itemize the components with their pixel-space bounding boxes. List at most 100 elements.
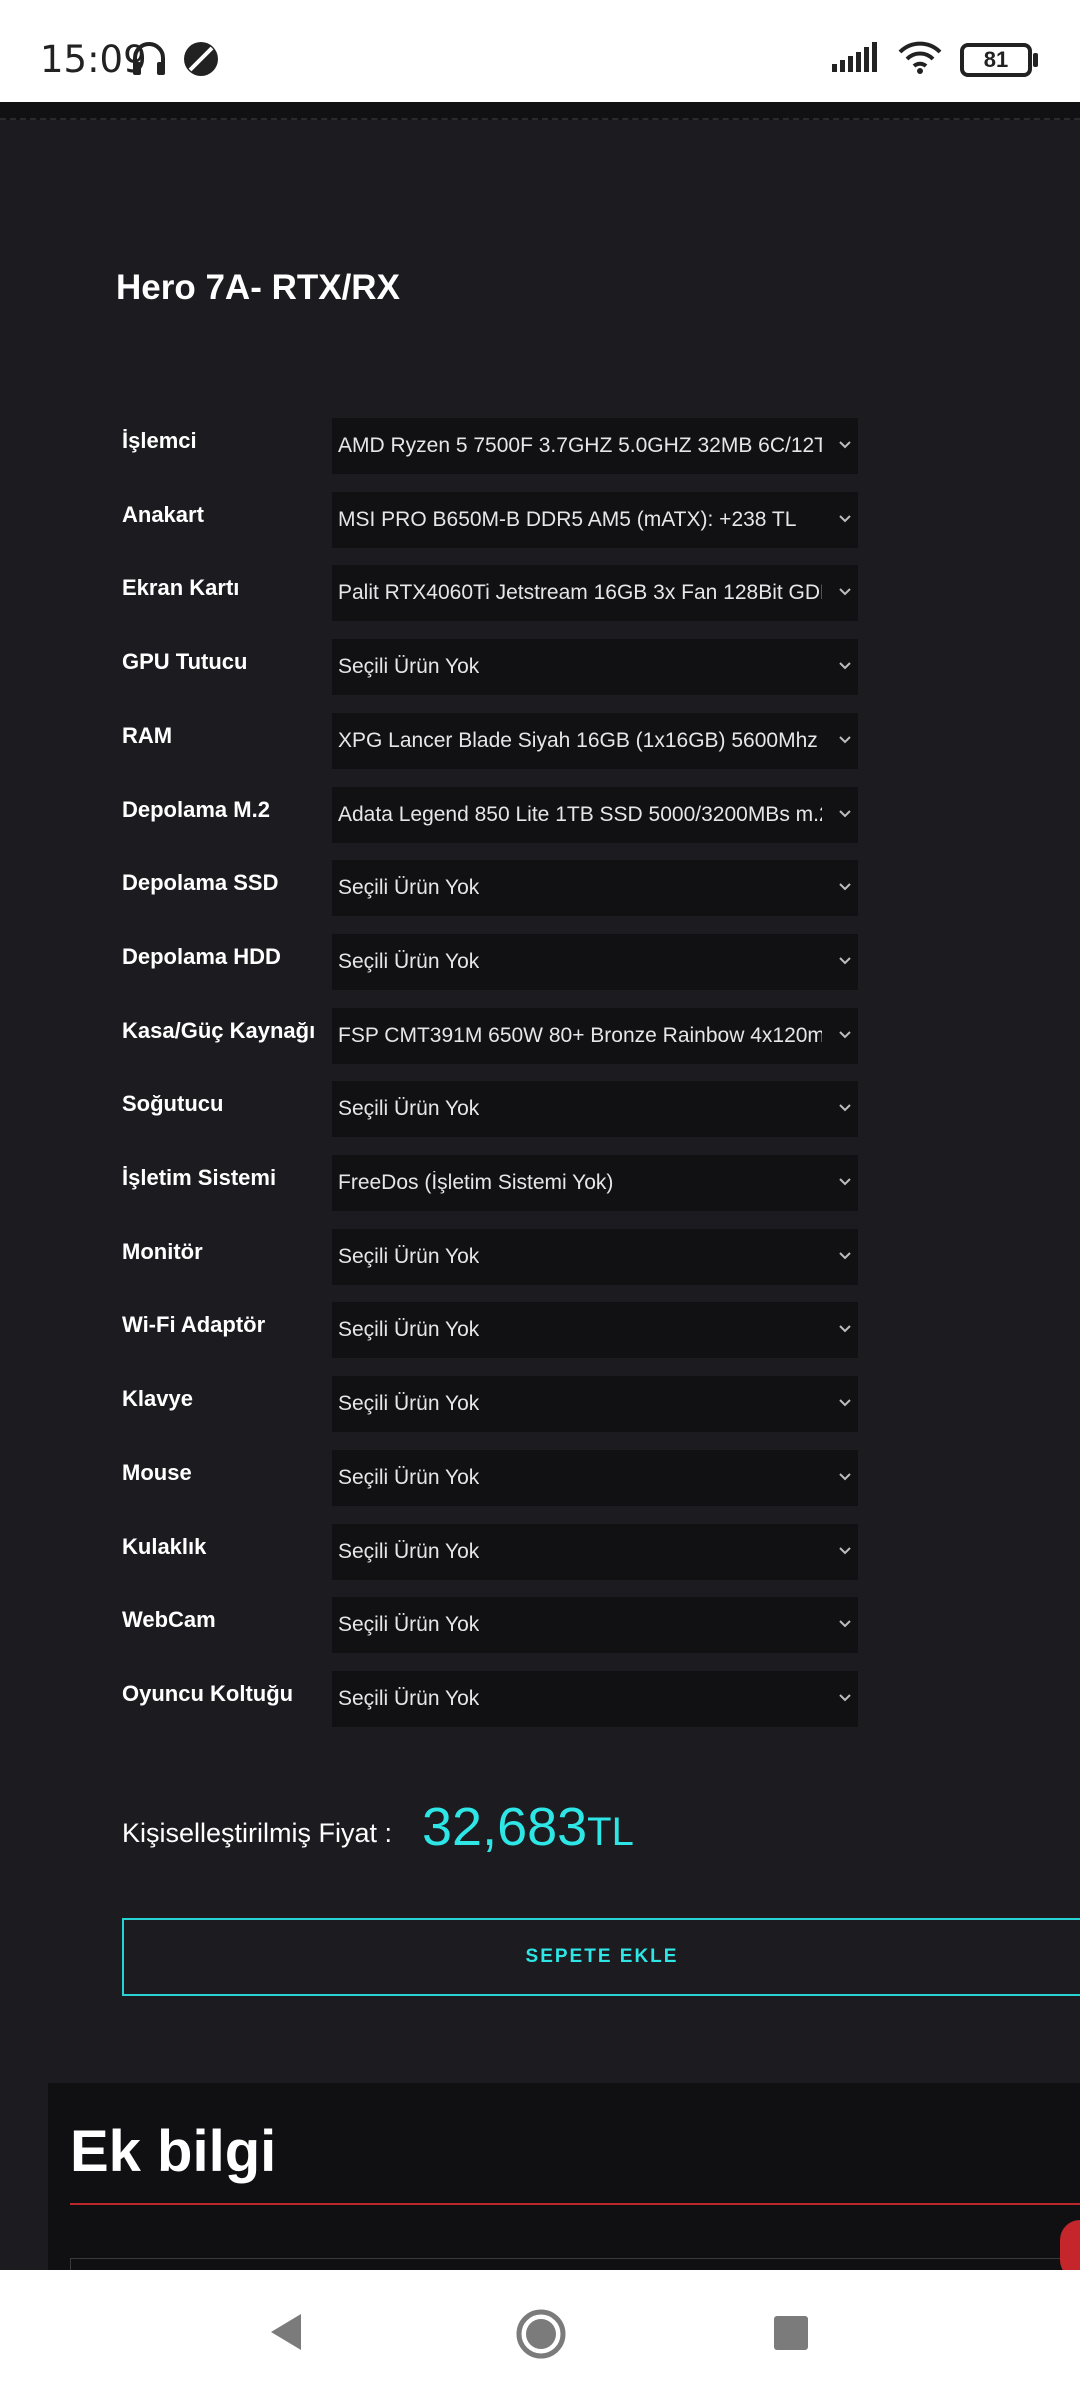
chevron-down-icon (839, 1620, 851, 1628)
config-row-selected-value: XPG Lancer Blade Siyah 16GB (1x16GB) 560… (338, 729, 822, 752)
home-icon[interactable] (515, 2308, 567, 2365)
config-row-label: Oyuncu Koltuğu (122, 1681, 294, 1706)
extra-info-divider (70, 2203, 1080, 2205)
config-row-select[interactable]: Palit RTX4060Ti Jetstream 16GB 3x Fan 12… (332, 565, 858, 621)
chevron-down-icon (839, 1104, 851, 1112)
config-row-selected-value: Seçili Ürün Yok (338, 1613, 480, 1636)
chevron-down-icon (839, 1399, 851, 1407)
config-row-selected-value: Seçili Ürün Yok (338, 1687, 480, 1710)
chevron-down-icon (839, 1178, 851, 1186)
config-row-selected-value: Seçili Ürün Yok (338, 1540, 480, 1563)
config-row-selected-value: Palit RTX4060Ti Jetstream 16GB 3x Fan 12… (338, 581, 822, 604)
config-row-label: Klavye (122, 1386, 193, 1411)
chevron-down-icon (839, 883, 851, 891)
config-row-select[interactable]: Seçili Ürün Yok (332, 1376, 858, 1432)
config-row-label: İşlemci (122, 428, 197, 453)
status-bar: 15:09 81 (0, 0, 1080, 102)
config-row-select[interactable]: Seçili Ürün Yok (332, 1524, 858, 1580)
config-row-select[interactable]: XPG Lancer Blade Siyah 16GB (1x16GB) 560… (332, 713, 858, 769)
config-row: Monitör Seçili Ürün Yok (0, 1229, 1080, 1285)
extra-info-title: Ek bilgi (70, 2119, 277, 2184)
config-row-selected-value: Seçili Ürün Yok (338, 1466, 480, 1489)
config-row: Wi-Fi Adaptör Seçili Ürün Yok (0, 1302, 1080, 1358)
recents-icon[interactable] (774, 2316, 808, 2350)
headphones-icon (130, 40, 168, 83)
config-row-selected-value: Seçili Ürün Yok (338, 1245, 480, 1268)
chevron-down-icon (839, 957, 851, 965)
config-row-select[interactable]: MSI PRO B650M-B DDR5 AM5 (mATX): +238 TL (332, 492, 858, 548)
config-row-select[interactable]: Seçili Ürün Yok (332, 1450, 858, 1506)
signal-icon (832, 42, 880, 77)
config-row: Kulaklık Seçili Ürün Yok (0, 1524, 1080, 1580)
chevron-down-icon (839, 515, 851, 523)
chevron-down-icon (839, 1694, 851, 1702)
config-row-select[interactable]: Seçili Ürün Yok (332, 1081, 858, 1137)
config-row-label: Anakart (122, 502, 204, 527)
config-row: İşlemci AMD Ryzen 5 7500F 3.7GHZ 5.0GHZ 3… (0, 418, 1080, 474)
config-row: WebCam Seçili Ürün Yok (0, 1597, 1080, 1653)
price-label: Kişiselleştirilmiş Fiyat : (122, 1818, 393, 1848)
config-row-selected-value: Seçili Ürün Yok (338, 1097, 480, 1120)
chevron-down-icon (839, 662, 851, 670)
config-row-select[interactable]: FSP CMT391M 650W 80+ Bronze Rainbow 4x12… (332, 1008, 858, 1064)
config-row-select[interactable]: Seçili Ürün Yok (332, 1597, 858, 1653)
price-value: 32,683TL (422, 1796, 634, 1858)
chevron-down-icon (839, 736, 851, 744)
config-row-select[interactable]: AMD Ryzen 5 7500F 3.7GHZ 5.0GHZ 32MB 6C/… (332, 418, 858, 474)
config-row-select[interactable]: Adata Legend 850 Lite 1TB SSD 5000/3200M… (332, 787, 858, 843)
config-row-select[interactable]: FreeDos (İşletim Sistemi Yok) (332, 1155, 858, 1211)
config-row-selected-value: Seçili Ürün Yok (338, 950, 480, 973)
config-row-selected-value: Seçili Ürün Yok (338, 876, 480, 899)
chevron-down-icon (839, 588, 851, 596)
config-row-select[interactable]: Seçili Ürün Yok (332, 1302, 858, 1358)
config-row-label: İşletim Sistemi (122, 1165, 277, 1190)
config-row-select[interactable]: Seçili Ürün Yok (332, 934, 858, 990)
navigation-bar (0, 2270, 1080, 2400)
config-row-label: Kasa/Güç Kaynağı (122, 1018, 316, 1043)
status-icons-left (130, 40, 220, 83)
chevron-down-icon (839, 1031, 851, 1039)
config-row: RAM XPG Lancer Blade Siyah 16GB (1x16GB) … (0, 713, 1080, 769)
back-icon[interactable] (265, 2310, 305, 2359)
add-to-cart-button[interactable]: SEPETE EKLE (122, 1918, 1080, 1996)
chevron-down-icon (839, 810, 851, 818)
config-row-label: Depolama SSD (122, 870, 279, 895)
config-row-label: Depolama M.2 (122, 797, 270, 822)
config-row-selected-value: MSI PRO B650M-B DDR5 AM5 (mATX): +238 TL (338, 508, 797, 531)
chevron-down-icon (839, 441, 851, 449)
config-row: Depolama M.2 Adata Legend 850 Lite 1TB SS… (0, 787, 1080, 843)
chevron-down-icon (839, 1547, 851, 1555)
config-row: GPU Tutucu Seçili Ürün Yok (0, 639, 1080, 695)
config-row-label: Soğutucu (122, 1091, 224, 1116)
config-row: Mouse Seçili Ürün Yok (0, 1450, 1080, 1506)
chevron-down-icon (839, 1473, 851, 1481)
config-row-select[interactable]: Seçili Ürün Yok (332, 639, 858, 695)
config-row: Oyuncu Koltuğu Seçili Ürün Yok (0, 1671, 1080, 1727)
config-row-select[interactable]: Seçili Ürün Yok (332, 860, 858, 916)
config-row-select[interactable]: Seçili Ürün Yok (332, 1671, 858, 1727)
config-row: İşletim Sistemi FreeDos (İşletim Sistemi … (0, 1155, 1080, 1211)
config-row-selected-value: AMD Ryzen 5 7500F 3.7GHZ 5.0GHZ 32MB 6C/… (338, 434, 822, 457)
battery-icon: 81 (960, 42, 1038, 77)
config-row-select[interactable]: Seçili Ürün Yok (332, 1229, 858, 1285)
config-row-label: Monitör (122, 1239, 203, 1264)
config-row-label: Ekran Kartı (122, 575, 240, 600)
config-row-label: Depolama HDD (122, 944, 281, 969)
config-row-selected-value: Seçili Ürün Yok (338, 1392, 480, 1415)
price-unit: TL (587, 1810, 634, 1854)
config-row-label: Kulaklık (122, 1534, 207, 1559)
config-row-selected-value: FreeDos (İşletim Sistemi Yok) (338, 1171, 614, 1194)
config-row-label: GPU Tutucu (122, 649, 248, 674)
do-not-disturb-icon (182, 40, 220, 83)
chevron-down-icon (839, 1252, 851, 1260)
config-row-label: Mouse (122, 1460, 192, 1485)
config-row: Depolama HDD Seçili Ürün Yok (0, 934, 1080, 990)
config-row: Kasa/Güç Kaynağı FSP CMT391M 650W 80+ Bro… (0, 1008, 1080, 1064)
wifi-icon (898, 40, 942, 79)
config-row-selected-value: Seçili Ürün Yok (338, 1318, 480, 1341)
config-row: Soğutucu Seçili Ürün Yok (0, 1081, 1080, 1137)
status-icons-right: 81 (832, 40, 1038, 79)
price-amount: 32,683 (422, 1797, 588, 1857)
config-row-label: RAM (122, 723, 173, 748)
config-row-selected-value: FSP CMT391M 650W 80+ Bronze Rainbow 4x12… (338, 1024, 822, 1047)
